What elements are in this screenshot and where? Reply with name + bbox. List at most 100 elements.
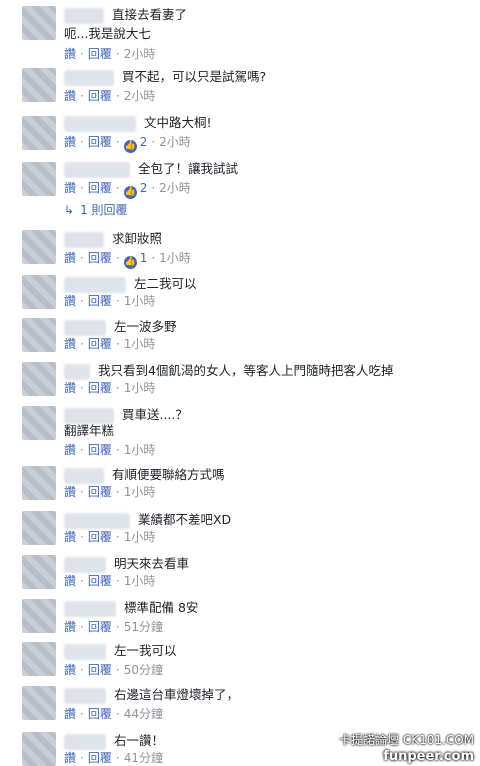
comment-text: 有順便要聯絡方式嗎 [111, 467, 225, 482]
avatar[interactable] [22, 275, 56, 309]
reply-link[interactable]: 回覆 [88, 89, 112, 103]
comment-actions: 讚 · 回覆 · 1小時 [64, 485, 156, 499]
reply-link[interactable]: 回覆 [88, 337, 112, 351]
commenter-name[interactable] [64, 467, 104, 484]
commenter-name[interactable] [64, 643, 106, 660]
commenter-name[interactable] [64, 69, 114, 86]
comment-actions: 讚 · 回覆 · 41分鐘 [64, 751, 163, 765]
avatar[interactable] [22, 362, 56, 396]
timestamp[interactable]: 50分鐘 [124, 663, 163, 677]
timestamp[interactable]: 1小時 [124, 443, 156, 457]
commenter-name[interactable] [64, 276, 126, 293]
avatar[interactable] [22, 318, 56, 352]
comment-actions: 讚 · 回覆 · 51分鐘 [64, 620, 163, 634]
timestamp[interactable]: 2小時 [124, 47, 156, 61]
reply-arrow-icon: ↳ [64, 203, 75, 217]
like-link[interactable]: 讚 [64, 181, 76, 195]
avatar[interactable] [22, 230, 56, 264]
comment-text: 右邊這台車燈壞掉了， [113, 687, 239, 702]
commenter-name[interactable] [64, 512, 130, 529]
reply-link[interactable]: 回覆 [88, 251, 112, 265]
avatar[interactable] [22, 511, 56, 545]
timestamp[interactable]: 2小時 [159, 135, 191, 149]
commenter-name[interactable] [64, 733, 106, 750]
reply-link[interactable]: 回覆 [88, 381, 112, 395]
avatar[interactable] [22, 555, 56, 589]
comment-text: 左二我可以 [133, 276, 197, 291]
like-link[interactable]: 讚 [64, 707, 76, 721]
reply-link[interactable]: 回覆 [88, 47, 112, 61]
like-link[interactable]: 讚 [64, 47, 76, 61]
reply-link[interactable]: 回覆 [88, 294, 112, 308]
comment-text: 明天來去看車 [113, 556, 189, 571]
like-link[interactable]: 讚 [64, 381, 76, 395]
timestamp[interactable]: 44分鐘 [124, 707, 163, 721]
commenter-name[interactable] [64, 600, 116, 617]
like-link[interactable]: 讚 [64, 620, 76, 634]
comment-text: 文中路大桐! [143, 115, 212, 130]
reply-link[interactable]: 回覆 [88, 530, 112, 544]
timestamp[interactable]: 1小時 [159, 251, 191, 265]
timestamp[interactable]: 2小時 [159, 181, 191, 195]
commenter-name[interactable] [64, 556, 106, 573]
reply-link[interactable]: 回覆 [88, 620, 112, 634]
timestamp[interactable]: 1小時 [124, 337, 156, 351]
avatar[interactable] [22, 162, 56, 196]
like-link[interactable]: 讚 [64, 89, 76, 103]
like-link[interactable]: 讚 [64, 574, 76, 588]
avatar[interactable] [22, 116, 56, 150]
avatar[interactable] [22, 6, 56, 40]
timestamp[interactable]: 41分鐘 [124, 751, 163, 765]
comment-text: 左一我可以 [113, 643, 177, 658]
commenter-name[interactable] [64, 115, 136, 132]
avatar[interactable] [22, 732, 56, 766]
timestamp[interactable]: 1小時 [124, 485, 156, 499]
avatar[interactable] [22, 642, 56, 676]
like-count[interactable]: 2 [140, 135, 148, 149]
comment-actions: 讚 · 回覆 · 1小時 [64, 443, 156, 457]
like-link[interactable]: 讚 [64, 530, 76, 544]
like-link[interactable]: 讚 [64, 751, 76, 765]
timestamp[interactable]: 1小時 [124, 294, 156, 308]
like-link[interactable]: 讚 [64, 294, 76, 308]
reply-link[interactable]: 回覆 [88, 443, 112, 457]
reply-link[interactable]: 回覆 [88, 135, 112, 149]
like-link[interactable]: 讚 [64, 485, 76, 499]
timestamp[interactable]: 1小時 [124, 381, 156, 395]
avatar[interactable] [22, 68, 56, 102]
reply-link[interactable]: 回覆 [88, 574, 112, 588]
like-count[interactable]: 1 [140, 251, 148, 265]
reply-link[interactable]: 回覆 [88, 485, 112, 499]
avatar[interactable] [22, 466, 56, 500]
timestamp[interactable]: 51分鐘 [124, 620, 163, 634]
commenter-name[interactable] [64, 7, 104, 24]
like-link[interactable]: 讚 [64, 251, 76, 265]
comment-text: 全包了！讓我試試 [137, 161, 238, 176]
like-count[interactable]: 2 [140, 181, 148, 195]
comment-actions: 讚 · 回覆 · 1小時 [64, 381, 156, 395]
avatar[interactable] [22, 686, 56, 720]
reply-link[interactable]: 回覆 [88, 751, 112, 765]
comment-text: 我只看到4個飢渴的女人，等客人上門隨時把客人吃掉 [97, 363, 394, 378]
like-link[interactable]: 讚 [64, 663, 76, 677]
reply-link[interactable]: 回覆 [88, 181, 112, 195]
commenter-name[interactable] [64, 231, 104, 248]
commenter-name[interactable] [64, 319, 106, 336]
like-link[interactable]: 讚 [64, 135, 76, 149]
commenter-name[interactable] [64, 161, 130, 178]
timestamp[interactable]: 1小時 [124, 574, 156, 588]
view-replies-link[interactable]: ↳ 1 則回覆 [64, 202, 128, 218]
like-link[interactable]: 讚 [64, 443, 76, 457]
commenter-name[interactable] [64, 687, 106, 704]
timestamp[interactable]: 2小時 [124, 89, 156, 103]
like-link[interactable]: 讚 [64, 337, 76, 351]
avatar[interactable] [22, 599, 56, 633]
reply-link[interactable]: 回覆 [88, 707, 112, 721]
reply-link[interactable]: 回覆 [88, 663, 112, 677]
comment-actions: 讚 · 回覆 · 44分鐘 [64, 707, 163, 721]
timestamp[interactable]: 1小時 [124, 530, 156, 544]
comment-actions: 讚 · 回覆 · 👍 1 · 1小時 [64, 251, 191, 269]
avatar[interactable] [22, 406, 56, 440]
commenter-name[interactable] [64, 363, 90, 380]
watermark-ck101: 卡提諾論壇 CK101.COM [339, 733, 474, 747]
